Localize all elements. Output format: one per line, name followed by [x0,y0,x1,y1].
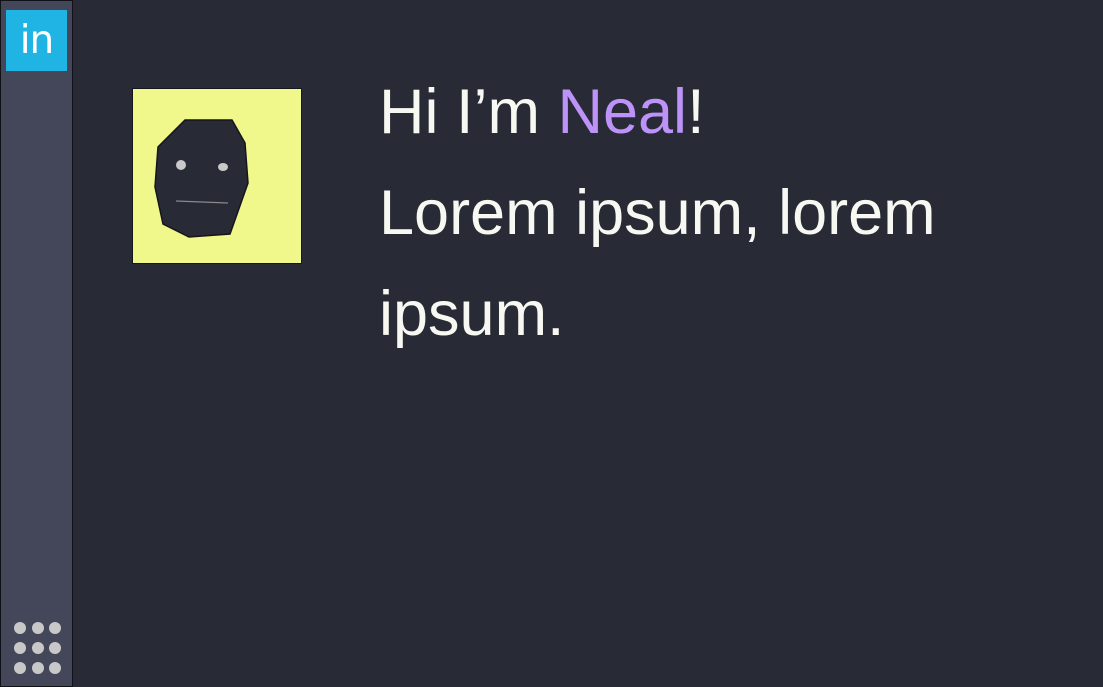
left-eye [176,160,186,170]
greeting-prefix: Hi I’m [379,77,558,147]
face-icon [154,119,249,238]
apps-grid-icon [14,622,61,674]
intro-text: Hi I’m Neal! Lorem ipsum, lorem ipsum. [379,62,1079,365]
avatar [132,88,302,264]
tagline: Lorem ipsum, lorem ipsum. [379,178,936,349]
sidebar: in [0,0,73,687]
linkedin-icon: in [19,18,55,63]
right-eye [218,163,228,171]
greeting-suffix: ! [687,77,705,147]
greeting-heading: Hi I’m Neal! [379,62,1079,163]
apps-grid-button[interactable] [14,621,62,677]
app-window: in Hi I’m Neal! Lorem ipsum, lorem ipsum… [0,0,1103,687]
linkedin-button[interactable]: in [6,10,67,71]
name-highlight: Neal [557,77,688,147]
